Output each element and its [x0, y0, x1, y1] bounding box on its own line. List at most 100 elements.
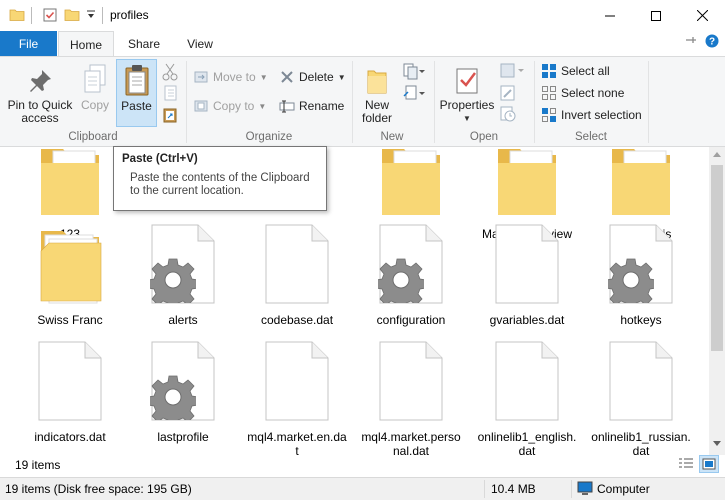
- easy-access-icon[interactable]: [403, 84, 425, 105]
- pin-to-quick-access-button[interactable]: Pin to Quick access: [5, 59, 75, 127]
- file-item[interactable]: onlinelib1_english.dat: [471, 336, 583, 455]
- open-icon[interactable]: [500, 63, 526, 82]
- select-none-icon: [541, 85, 557, 101]
- rename-button[interactable]: Rename: [279, 96, 344, 116]
- scroll-thumb[interactable]: [711, 165, 723, 351]
- copy-icon: [81, 59, 109, 95]
- file-item[interactable]: Swiss Franc: [14, 219, 126, 327]
- ribbon: Pin to Quick access Copy Paste Clipboard…: [0, 56, 725, 147]
- history-icon[interactable]: [500, 106, 516, 125]
- file-name: configuration: [376, 313, 446, 327]
- disk-info: 19 items (Disk free space: 195 GB): [5, 482, 192, 496]
- invert-selection-label: Invert selection: [561, 108, 642, 122]
- folder-icon: [361, 147, 461, 219]
- chevron-down-icon: ▼: [463, 114, 471, 123]
- delete-button[interactable]: Delete ▼: [279, 67, 346, 87]
- folder-icon: [20, 147, 120, 219]
- maximize-button[interactable]: [633, 0, 679, 31]
- file-item[interactable]: configuration: [355, 219, 467, 327]
- settings-file-icon: [591, 219, 691, 305]
- rename-icon: [279, 98, 295, 114]
- new-folder-button[interactable]: New folder: [356, 59, 398, 127]
- file-item[interactable]: alerts: [127, 219, 239, 327]
- properties-quick-icon[interactable]: [42, 7, 58, 26]
- copy-label: Copy: [80, 98, 109, 112]
- location-label: Computer: [597, 482, 650, 496]
- paste-button[interactable]: Paste: [116, 59, 157, 127]
- select-all-button[interactable]: Select all: [541, 61, 610, 81]
- tab-share[interactable]: Share: [118, 31, 170, 56]
- folder-icon: [9, 7, 25, 26]
- help-icon[interactable]: ?: [705, 34, 719, 51]
- chevron-down-icon: ▼: [337, 72, 346, 82]
- copy-to-icon: [193, 98, 209, 114]
- file-item[interactable]: mql4.market.personal.dat: [355, 336, 467, 455]
- select-none-label: Select none: [561, 86, 625, 100]
- close-button[interactable]: [679, 0, 725, 31]
- file-item[interactable]: gvariables.dat: [471, 219, 583, 327]
- properties-icon: [454, 59, 480, 95]
- new-folder-quick-icon[interactable]: [64, 7, 80, 26]
- properties-button[interactable]: Properties ▼: [438, 59, 496, 127]
- copy-path-icon[interactable]: [162, 85, 178, 104]
- tab-home[interactable]: Home: [58, 31, 114, 57]
- scroll-up-icon[interactable]: [713, 151, 721, 157]
- tab-view[interactable]: View: [176, 31, 224, 56]
- details-status-bar: 19 items (Disk free space: 195 GB) 10.4 …: [0, 477, 725, 500]
- scroll-down-icon[interactable]: [713, 441, 721, 447]
- organize-group-label: Organize: [245, 131, 293, 143]
- file-name: alerts: [168, 313, 198, 327]
- file-name: lastprofile: [157, 430, 209, 444]
- pin-ribbon-icon[interactable]: [684, 33, 698, 50]
- move-to-label: Move to: [213, 70, 256, 84]
- item-count: 19 items: [15, 458, 61, 472]
- cut-icon[interactable]: [162, 63, 178, 84]
- file-name: hotkeys: [620, 313, 662, 327]
- paste-label: Paste: [121, 99, 152, 113]
- tooltip-title: Paste (Ctrl+V): [122, 153, 198, 165]
- invert-selection-button[interactable]: Invert selection: [541, 105, 642, 125]
- close-icon: [696, 10, 708, 21]
- tab-file[interactable]: File: [0, 31, 57, 56]
- new-folder-icon: [365, 59, 389, 95]
- new-group-label: New: [380, 131, 404, 143]
- new-item-icon[interactable]: [403, 62, 425, 83]
- file-item[interactable]: hotkeys: [585, 219, 697, 327]
- file-item[interactable]: mql4.market.en.dat: [241, 336, 353, 455]
- minimize-button[interactable]: [587, 0, 633, 31]
- settings-file-icon: [133, 219, 233, 305]
- invert-selection-icon: [541, 107, 557, 123]
- clipboard-group-label: Clipboard: [68, 131, 118, 143]
- file-icon: [247, 219, 347, 305]
- select-all-icon: [541, 63, 557, 79]
- rename-label: Rename: [299, 99, 345, 113]
- chevron-down-icon: ▼: [259, 72, 268, 82]
- move-to-button[interactable]: Move to ▼: [193, 67, 268, 87]
- file-item[interactable]: codebase.dat: [241, 219, 353, 327]
- group-divider: [648, 61, 649, 143]
- file-icon: [20, 336, 120, 422]
- pin-label: Pin to Quick access: [7, 98, 73, 125]
- details-view-icon[interactable]: [678, 457, 694, 474]
- customize-dropdown-icon[interactable]: [86, 9, 96, 24]
- select-none-button[interactable]: Select none: [541, 83, 624, 103]
- folder-icon: [591, 147, 691, 219]
- large-icons-view-icon[interactable]: [699, 455, 719, 473]
- file-item[interactable]: lastprofile: [127, 336, 239, 444]
- file-list: 123EuroMarket OverviewMyAnalysisSwiss Fr…: [0, 147, 709, 455]
- copy-button[interactable]: Copy: [76, 59, 114, 127]
- paste-shortcut-icon[interactable]: [162, 107, 178, 126]
- title-bar: profiles: [0, 0, 725, 31]
- paste-tooltip: Paste (Ctrl+V) Paste the contents of the…: [113, 146, 327, 211]
- select-all-label: Select all: [561, 64, 610, 78]
- edit-icon[interactable]: [500, 85, 516, 104]
- file-item[interactable]: onlinelib1_russian.dat: [585, 336, 697, 455]
- status-bar: 19 items: [0, 455, 725, 477]
- copy-to-button[interactable]: Copy to ▼: [193, 96, 266, 116]
- file-name: codebase.dat: [260, 313, 334, 327]
- file-item[interactable]: indicators.dat: [14, 336, 126, 444]
- pin-icon: [26, 59, 54, 95]
- file-name: Swiss Franc: [37, 313, 103, 327]
- minimize-icon: [605, 15, 615, 16]
- maximize-icon: [651, 10, 661, 21]
